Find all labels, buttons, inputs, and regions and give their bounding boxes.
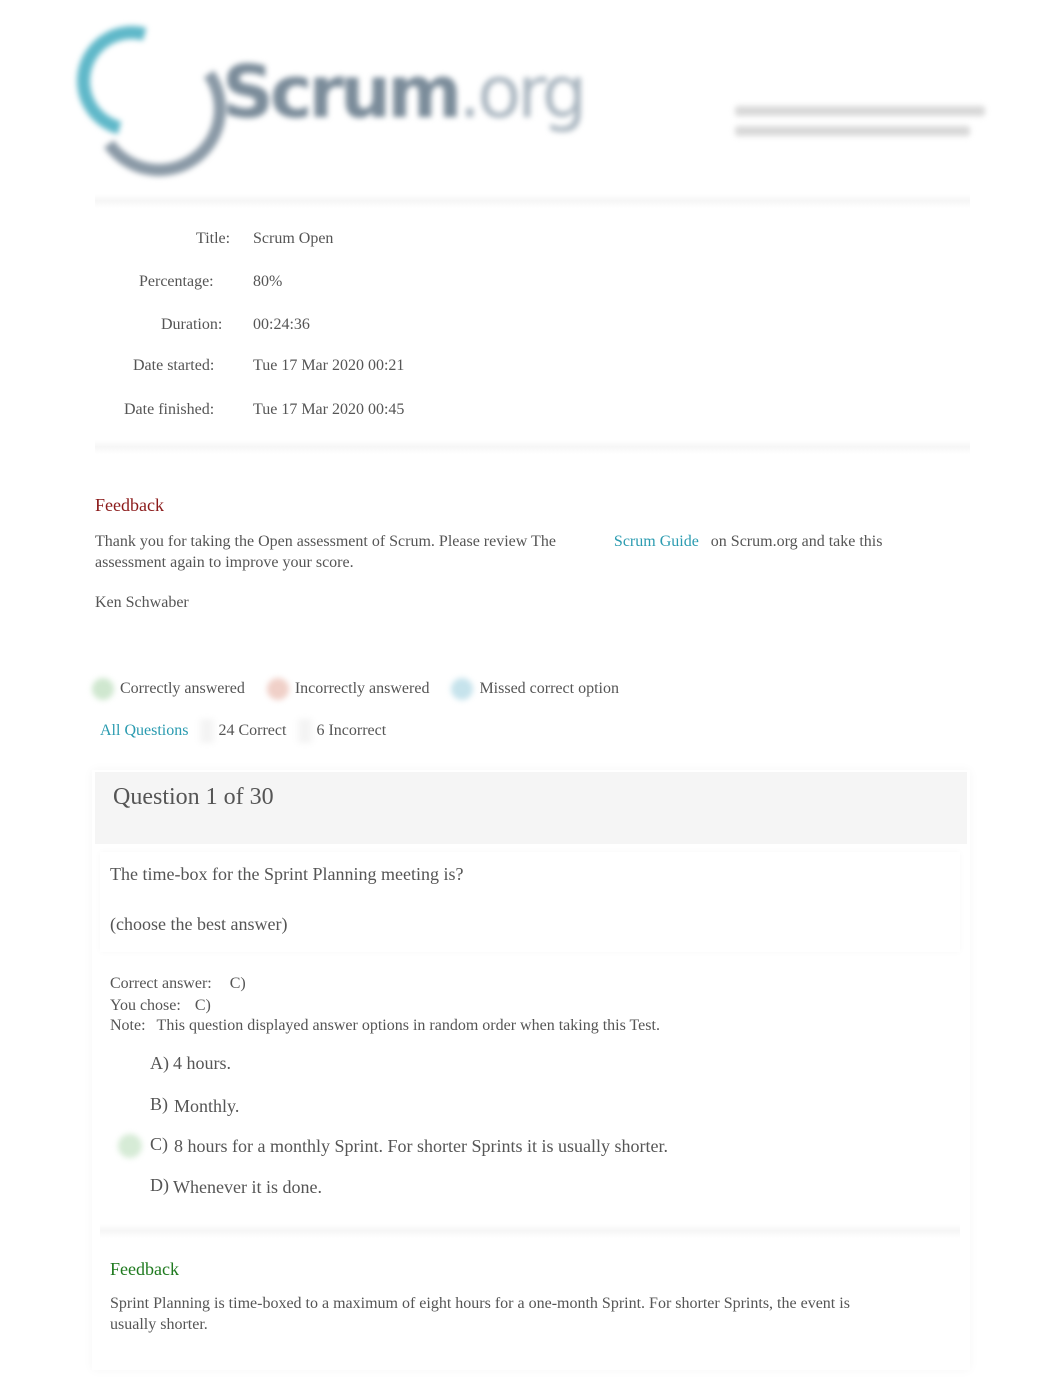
option-text: 4 hours. — [173, 1053, 231, 1073]
legend-incorrect: Incorrectly answered — [266, 678, 430, 700]
meta-label: Percentage: — [139, 273, 214, 290]
meta-label: Date finished: — [124, 401, 215, 418]
legend-label: Correctly answered — [120, 680, 245, 697]
question-text: The time-box for the Sprint Planning mee… — [110, 864, 464, 884]
blurred-line — [735, 126, 970, 136]
incorrect-count: 6 — [316, 722, 325, 739]
you-chose-label: You chose: — [110, 997, 181, 1014]
meta-value: 80% — [253, 273, 283, 290]
answer-legend: Correctly answered Incorrectly answered … — [92, 676, 641, 702]
correct-label: Correct — [238, 722, 287, 739]
scrum-org-logo: Scrum.org — [56, 5, 592, 187]
answer-option-c: C) 8 hours for a monthly Sprint. For shor… — [150, 1134, 668, 1156]
note-line: Note: This question displayed answer opti… — [110, 1017, 660, 1035]
correct-indicator-icon — [92, 678, 114, 700]
filter-correct[interactable]: 24 Correct — [200, 719, 286, 743]
meta-value: Scrum Open — [253, 230, 334, 247]
meta-label: Duration: — [161, 316, 223, 333]
blurred-line — [735, 106, 985, 116]
filter-badge-icon — [200, 719, 215, 743]
feedback-heading: Feedback — [95, 495, 164, 515]
filter-all-questions[interactable]: All Questions — [100, 722, 188, 740]
feedback-signature: Ken Schwaber — [95, 594, 189, 611]
question-feedback-text: Sprint Planning is time-boxed to a maxim… — [110, 1295, 850, 1333]
copyright-note-blurred — [735, 100, 985, 144]
divider — [95, 194, 970, 208]
option-text: Whenever it is done. — [173, 1177, 322, 1197]
meta-label: Title: — [196, 230, 231, 247]
filter-badge-icon — [298, 719, 313, 743]
correct-answer-value: C) — [229, 975, 246, 992]
correct-answer-check-icon — [118, 1134, 142, 1158]
option-letter: C) — [150, 1134, 168, 1154]
correct-answer-line: Correct answer: C) — [110, 975, 246, 993]
incorrect-indicator-icon — [266, 678, 289, 700]
filter-incorrect[interactable]: 6 Incorrect — [298, 719, 386, 743]
question-feedback-heading: Feedback — [110, 1259, 179, 1279]
feedback-text: Thank you for taking the Open assessment… — [95, 531, 955, 573]
note-label: Note: — [110, 1017, 146, 1034]
option-letter: D) — [150, 1175, 169, 1195]
answer-option-d: D) Whenever it is done. — [150, 1175, 322, 1197]
you-chose-line: You chose: C) — [110, 997, 211, 1015]
meta-label: Date started: — [133, 357, 215, 374]
option-text: Monthly. — [174, 1096, 240, 1116]
note-text: This question displayed answer options i… — [156, 1017, 660, 1034]
legend-missed: Missed correct option — [451, 678, 619, 700]
answer-option-b: B) Monthly. — [150, 1094, 240, 1116]
legend-label: Incorrectly answered — [294, 680, 430, 697]
scrum-guide-link[interactable]: Scrum Guide — [614, 533, 699, 550]
legend-label: Missed correct option — [479, 680, 619, 697]
incorrect-label: Incorrect — [328, 722, 387, 739]
correct-answer-label: Correct answer: — [110, 975, 212, 992]
logo-text: Scrum.org — [222, 50, 587, 134]
question-hint: (choose the best answer) — [110, 914, 288, 934]
logo-text-suffix: .org — [458, 50, 587, 134]
feedback-text-part: Thank you for taking the Open assessment… — [95, 533, 556, 550]
divider — [100, 1224, 960, 1238]
correct-count: 24 — [218, 722, 235, 739]
divider — [95, 440, 970, 454]
meta-value: Tue 17 Mar 2020 00:21 — [253, 357, 405, 374]
you-chose-value: C) — [194, 997, 211, 1014]
answer-option-a: A) 4 hours. — [150, 1053, 231, 1074]
meta-value: 00:24:36 — [253, 316, 310, 333]
meta-value: Tue 17 Mar 2020 00:45 — [253, 401, 405, 418]
logo-text-main: Scrum — [222, 50, 462, 134]
missed-indicator-icon — [451, 678, 474, 700]
question-number: Question 1 of 30 — [113, 784, 274, 810]
question-filters: All Questions 24 Correct 6 Incorrect — [100, 719, 398, 743]
option-letter: B) — [150, 1094, 168, 1114]
option-text: 8 hours for a monthly Sprint. For shorte… — [174, 1136, 668, 1156]
option-letter: A) — [150, 1053, 169, 1073]
legend-correct: Correctly answered — [92, 678, 245, 700]
